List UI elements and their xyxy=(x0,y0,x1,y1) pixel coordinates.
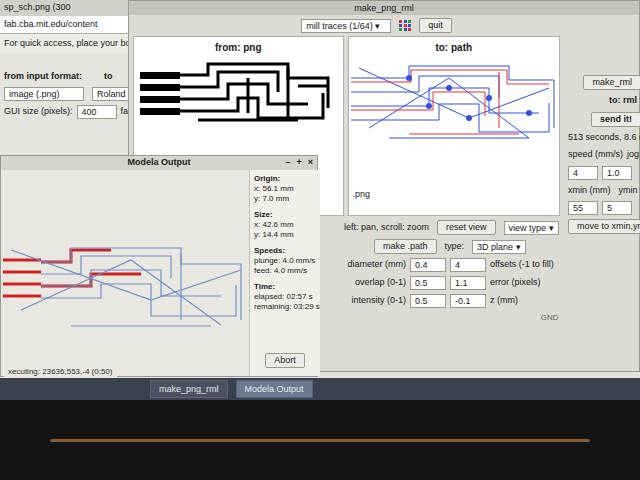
info-line: elapsed: 02:57 s xyxy=(254,292,320,302)
info-section: Origin:x: 56.1 mmy: 7.0 mm xyxy=(250,174,320,210)
info-line: x: 42.6 mm xyxy=(254,220,320,230)
param-input[interactable]: -0.1 xyxy=(450,294,486,308)
taskbar-item[interactable]: Modela Output xyxy=(236,380,313,398)
grid-icon xyxy=(399,20,411,31)
window-control-button[interactable]: – xyxy=(285,156,290,170)
modela-title: Modela Output xyxy=(128,156,191,170)
make-path-button[interactable]: make .path xyxy=(374,239,437,254)
taskbar-item[interactable]: make_png_rml xyxy=(150,380,228,398)
browser-tab[interactable]: sp_sch.png (300 xyxy=(0,0,128,16)
gui-size-input[interactable]: 400 xyxy=(77,105,117,119)
send-button[interactable]: send it! xyxy=(591,112,640,127)
param-input[interactable]: 0.5 xyxy=(410,276,446,290)
param-input[interactable]: 1.1 xyxy=(450,276,486,290)
modela-body: Origin:x: 56.1 mmy: 7.0 mmSize:x: 42.6 m… xyxy=(1,170,317,376)
xmin-label: xmin (mm) xyxy=(568,184,611,198)
rml-title: to: rml xyxy=(568,94,640,108)
param-label: z (mm) xyxy=(490,294,518,308)
info-section: Speeds:plunge: 4.0 mm/sfeed: 4.0 mm/s xyxy=(250,246,320,282)
hint: left: pan, scroll: zoom xyxy=(344,221,429,235)
estimate: 513 seconds, 8.6 minute xyxy=(568,131,640,145)
param-input[interactable]: 4 xyxy=(450,258,486,272)
param-row: overlap (0-1) 0.5 1.1 error (pixels) xyxy=(344,276,559,290)
window-control-button[interactable]: × xyxy=(308,156,313,170)
quit-button[interactable]: quit xyxy=(419,18,452,33)
xy-labels: xmin (mm) ymin xyxy=(568,184,640,198)
process-select[interactable]: mill traces (1/64) ▾ xyxy=(301,19,391,33)
xy-inputs: 555 xyxy=(568,201,640,215)
pcb-traces-image xyxy=(138,58,338,128)
param-label: diameter (mm) xyxy=(344,258,406,272)
param-row: diameter (mm) 0.4 4 offsets (-1 to fill) xyxy=(344,258,559,272)
speed-input[interactable]: 4 xyxy=(568,166,598,180)
make-rml-button[interactable]: make_rml xyxy=(583,75,640,90)
modela-output-window: Modela Output –+ × Origin:x: 56.1 mmy: 7.0 … xyxy=(0,155,318,377)
param-input[interactable]: 0.4 xyxy=(410,258,446,272)
window-control-button[interactable]: + xyxy=(296,156,301,170)
path-controls: left: pan, scroll: zoom reset view view ty… xyxy=(344,216,559,324)
move-button[interactable]: move to xmin,ymin xyxy=(568,219,640,234)
view-row: left: pan, scroll: zoom reset view view ty… xyxy=(344,220,559,235)
to-format-label: to xyxy=(104,70,113,84)
from-title: from: png xyxy=(215,37,262,58)
laptop-screen-photo: sp_sch.png (300fab.cba.mit.edu/contentFo… xyxy=(0,0,640,480)
modela-canvas xyxy=(1,170,249,376)
param-input[interactable]: 0.5 xyxy=(410,294,446,308)
toolpath-preview xyxy=(349,58,559,158)
to-panel: to: path .png xyxy=(348,36,561,216)
status-text: xecuting: 23636,553,-4 (0:50) xyxy=(4,366,117,378)
to-title: to: path xyxy=(435,37,472,58)
info-line: y: 14.4 mm xyxy=(254,230,320,240)
info-heading: Origin: xyxy=(254,174,320,184)
info-heading: Speeds: xyxy=(254,246,320,256)
from-format-select[interactable]: image (.png) xyxy=(4,87,84,101)
toolbar: mill traces (1/64) ▾ quit xyxy=(129,15,564,36)
info-line: remaining: 03:29 s xyxy=(254,302,320,312)
desktop: sp_sch.png (300fab.cba.mit.edu/contentFo… xyxy=(0,0,640,400)
param-label: overlap (0-1) xyxy=(344,276,406,290)
reset-view-button[interactable]: reset view xyxy=(437,220,496,235)
speed-label: speed (mm/s) xyxy=(568,148,623,162)
info-section: Size:x: 42.6 mmy: 14.4 mm xyxy=(250,210,320,246)
type-label: type: xyxy=(445,240,465,254)
info-section: Time:elapsed: 02:57 sremaining: 03:29 s xyxy=(250,282,320,318)
info-line: y: 7.0 mm xyxy=(254,194,320,204)
speed-inputs: 41.0 xyxy=(568,166,640,180)
info-line: x: 56.1 mm xyxy=(254,184,320,194)
xmin-input[interactable]: 55 xyxy=(568,201,598,215)
png-label: .png xyxy=(349,158,371,202)
info-heading: Size: xyxy=(254,210,320,220)
view-type-select[interactable]: view type ▾ xyxy=(504,221,559,235)
info-line: feed: 4.0 mm/s xyxy=(254,266,320,276)
info-heading: Time: xyxy=(254,282,320,292)
taskbar: make_png_rml Modela Output xyxy=(0,378,640,400)
param-label: offsets (-1 to fill) xyxy=(490,258,554,272)
window-controls: –+ × xyxy=(285,156,313,170)
ymin-input[interactable]: 5 xyxy=(602,201,632,215)
type-select[interactable]: 3D plane ▾ xyxy=(472,240,526,254)
param-label: intensity (0-1) xyxy=(344,294,406,308)
make-path-row: make .path type: 3D plane ▾ xyxy=(344,239,559,254)
window-title: make_png_rml xyxy=(129,1,639,15)
gui-size-label: GUI size (pixels): xyxy=(4,105,73,119)
param-label: error (pixels) xyxy=(490,276,541,290)
param-row: intensity (0-1) 0.5 -0.1 z (mm) xyxy=(344,294,559,308)
gnd-label: GND xyxy=(541,312,559,324)
jog-label: jog xyxy=(627,148,639,162)
info-line: plunge: 4.0 mm/s xyxy=(254,256,320,266)
bezel-glare xyxy=(50,439,590,442)
ymin-label: ymin xyxy=(619,184,638,198)
modela-title-bar: Modela Output –+ × xyxy=(1,156,317,170)
speed-labels: speed (mm/s) jog xyxy=(568,148,640,162)
from-format-label: from input format: xyxy=(4,70,82,84)
milling-progress-preview xyxy=(1,230,249,350)
jog-input[interactable]: 1.0 xyxy=(602,166,632,180)
rml-column: to: rml send it! 513 seconds, 8.6 minute sp… xyxy=(564,15,640,371)
modela-info: Origin:x: 56.1 mmy: 7.0 mmSize:x: 42.6 m… xyxy=(249,170,320,376)
laptop-bezel xyxy=(0,400,640,480)
abort-button[interactable]: Abort xyxy=(265,353,305,368)
